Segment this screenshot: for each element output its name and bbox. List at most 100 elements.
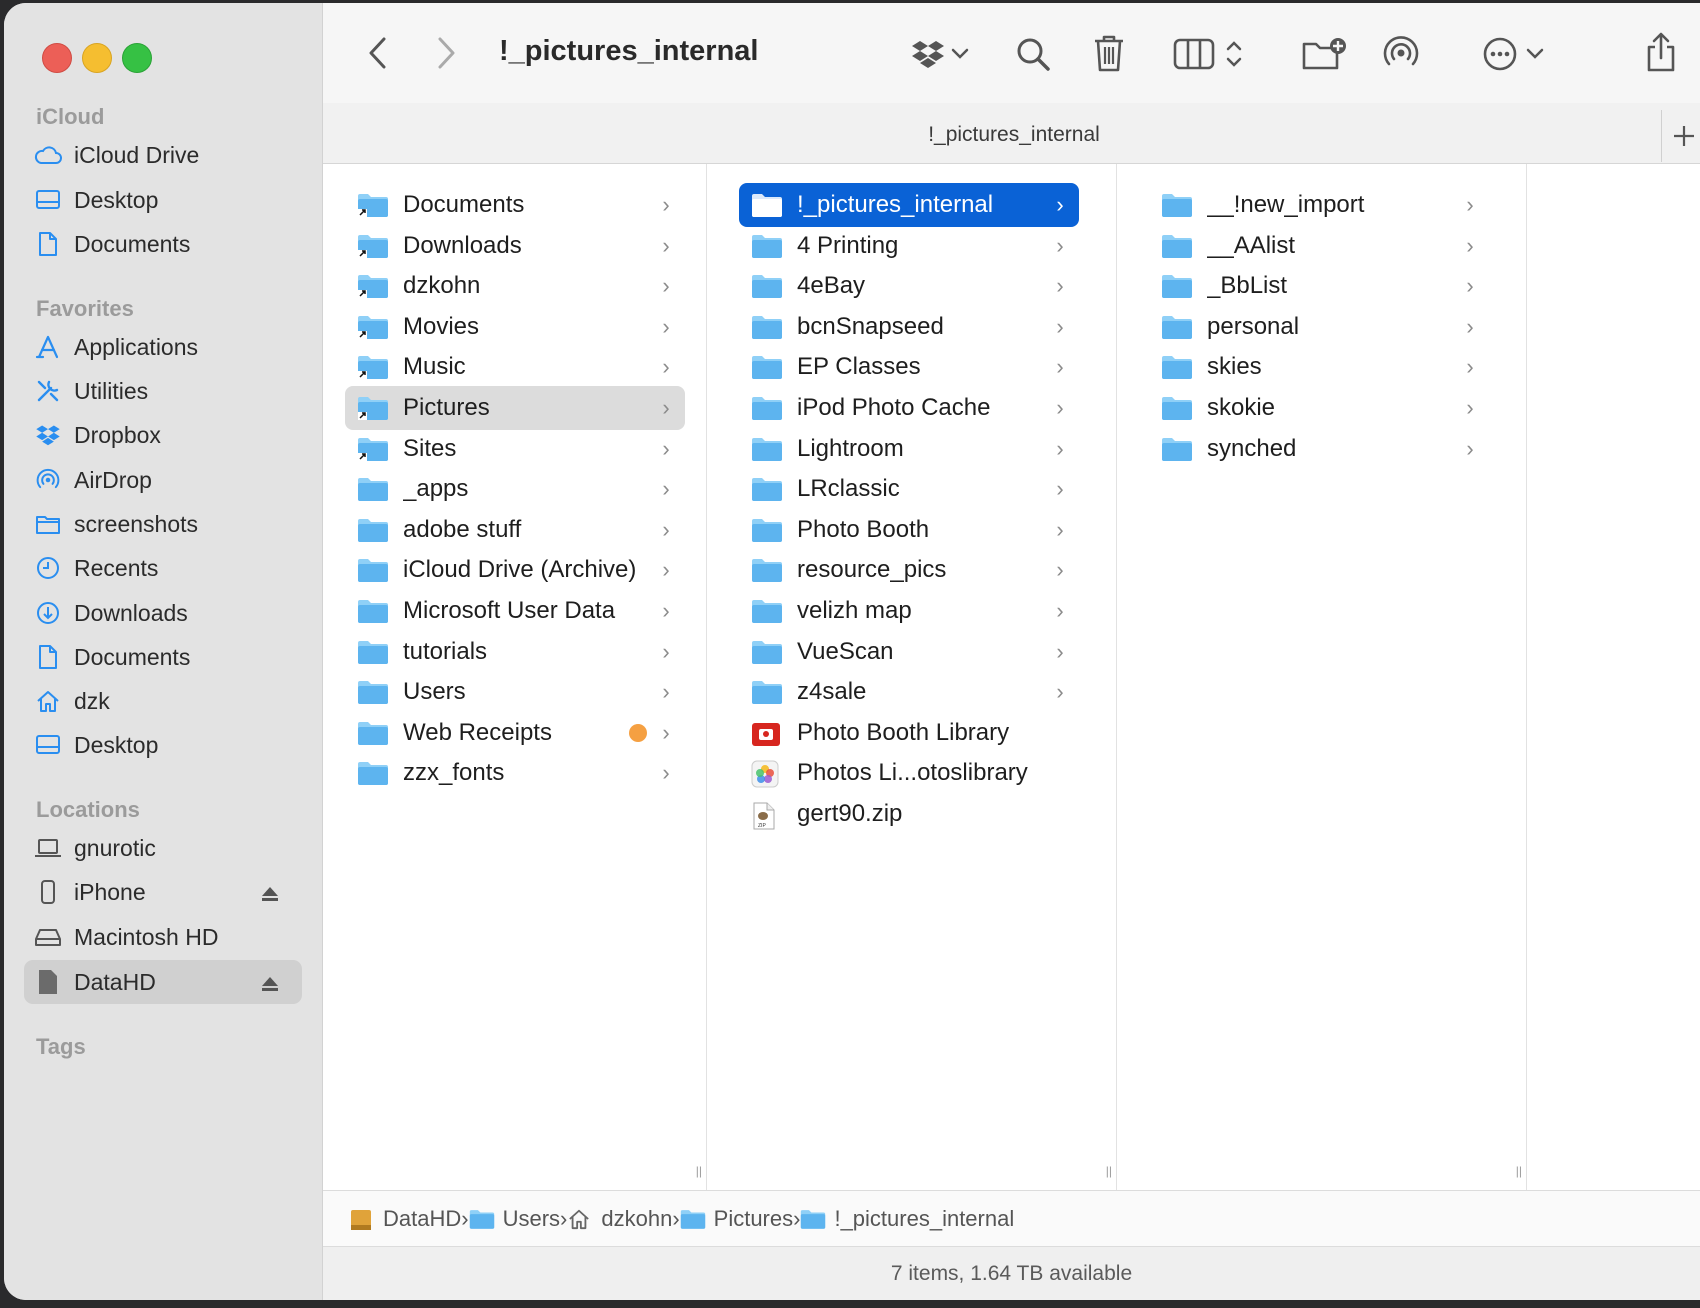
list-item[interactable]: Web Receipts › (345, 711, 685, 755)
sidebar-section-locations[interactable]: Locations (36, 797, 140, 823)
column-resize-handle[interactable]: || (1106, 1164, 1112, 1178)
breadcrumb-item[interactable]: dzkohn (567, 1206, 672, 1232)
new-tab-button[interactable] (1661, 110, 1700, 162)
list-item[interactable]: skokie › (1149, 386, 1489, 430)
list-item[interactable]: dzkohn › (345, 264, 685, 308)
list-item[interactable]: LRclassic › (739, 467, 1079, 511)
list-item[interactable]: velizh map › (739, 589, 1079, 633)
list-item[interactable]: skies › (1149, 345, 1489, 389)
sidebar-item-applications[interactable]: Applications (34, 325, 302, 369)
column-4[interactable] (1527, 164, 1700, 1190)
sidebar-section-favorites[interactable]: Favorites (36, 296, 134, 322)
list-item[interactable]: z4sale › (739, 670, 1079, 714)
minimize-button[interactable] (82, 43, 112, 73)
sidebar-item-iphone[interactable]: iPhone (34, 870, 302, 914)
list-item[interactable]: adobe stuff › (345, 508, 685, 552)
item-label: Movies (403, 313, 480, 340)
chevron-right-icon: › (662, 557, 670, 582)
list-item[interactable]: tutorials › (345, 630, 685, 674)
item-label: _BbList (1207, 272, 1288, 299)
list-item[interactable]: __!new_import › (1149, 183, 1489, 227)
list-item[interactable]: Movies › (345, 305, 685, 349)
list-item[interactable]: 4 Printing › (739, 224, 1079, 268)
chevron-right-icon: › (662, 598, 670, 623)
breadcrumb-item[interactable]: !_pictures_internal (800, 1206, 1014, 1232)
sidebar-item-downloads[interactable]: Downloads (34, 591, 302, 635)
list-item[interactable]: Downloads › (345, 224, 685, 268)
list-item[interactable]: iCloud Drive (Archive) › (345, 548, 685, 592)
sidebar-item-desktop[interactable]: Desktop (34, 178, 302, 222)
list-item[interactable]: 4eBay › (739, 264, 1079, 308)
list-item[interactable]: __AAlist › (1149, 224, 1489, 268)
action-menu-button[interactable] (1479, 33, 1547, 75)
column-2[interactable]: || !_pictures_internal › 4 Printing › 4eBay › b… (707, 164, 1117, 1190)
list-item[interactable]: Lightroom › (739, 427, 1079, 471)
view-options-button[interactable] (1169, 33, 1247, 75)
list-item[interactable]: Photo Booth Library (739, 711, 1079, 755)
list-item[interactable]: Music › (345, 345, 685, 389)
list-item[interactable]: personal › (1149, 305, 1489, 349)
tab-bar: !_pictures_internal (323, 103, 1700, 164)
eject-button[interactable] (260, 882, 280, 909)
zoom-button[interactable] (122, 43, 152, 73)
list-item[interactable]: !_pictures_internal › (739, 183, 1079, 227)
list-item[interactable]: Sites › (345, 427, 685, 471)
list-item[interactable]: Users › (345, 670, 685, 714)
sidebar-item-dropbox[interactable]: Dropbox (34, 413, 302, 457)
sidebar-section-icloud[interactable]: iCloud (36, 104, 104, 130)
breadcrumb-item[interactable]: DataHD (349, 1206, 461, 1232)
sidebar-item-icloud-drive[interactable]: iCloud Drive (34, 133, 302, 177)
list-item[interactable]: resource_pics › (739, 548, 1079, 592)
list-item[interactable]: zzx_fonts › (345, 751, 685, 795)
list-item[interactable]: _BbList › (1149, 264, 1489, 308)
sidebar-item-desktop[interactable]: Desktop (34, 723, 302, 767)
airdrop-button[interactable] (1379, 31, 1423, 75)
column-resize-handle[interactable]: || (1516, 1164, 1522, 1178)
list-item[interactable]: VueScan › (739, 630, 1079, 674)
item-label: __!new_import (1207, 191, 1365, 218)
breadcrumb-item[interactable]: Users (469, 1206, 560, 1232)
list-item[interactable]: Photo Booth › (739, 508, 1079, 552)
eject-icon[interactable] (260, 885, 280, 903)
sidebar-item-screenshots[interactable]: screenshots (34, 502, 302, 546)
sidebar-item-macintosh-hd[interactable]: Macintosh HD (34, 915, 302, 959)
list-item[interactable]: Photos Li...otoslibrary (739, 751, 1079, 795)
sidebar-item-datahd[interactable]: DataHD (24, 960, 302, 1004)
back-button[interactable] (363, 35, 393, 71)
column-1[interactable]: || Documents › Downloads › dzkohn › Movies › Musi… (323, 164, 707, 1190)
search-button[interactable] (1013, 33, 1053, 75)
close-button[interactable] (42, 43, 72, 73)
list-item[interactable]: bcnSnapseed › (739, 305, 1079, 349)
column-resize-handle[interactable]: || (696, 1164, 702, 1178)
sidebar-item-gnurotic[interactable]: gnurotic (34, 826, 302, 870)
list-item[interactable]: iPod Photo Cache › (739, 386, 1079, 430)
tab-title[interactable]: !_pictures_internal (323, 123, 1700, 147)
list-item[interactable]: _apps › (345, 467, 685, 511)
eject-button[interactable] (260, 972, 280, 999)
folder-icon (357, 639, 389, 665)
column-3[interactable]: || __!new_import › __AAlist › _BbList › persona… (1117, 164, 1527, 1190)
sidebar-item-recents[interactable]: Recents (34, 546, 302, 590)
sidebar-item-utilities[interactable]: Utilities (34, 369, 302, 413)
share-button[interactable] (1641, 29, 1681, 75)
list-item[interactable]: Pictures › (345, 386, 685, 430)
sidebar-item-documents[interactable]: Documents (34, 222, 302, 266)
sidebar-item-airdrop[interactable]: AirDrop (34, 458, 302, 502)
new-folder-button[interactable] (1299, 33, 1349, 75)
list-item[interactable]: EP Classes › (739, 345, 1079, 389)
delete-button[interactable] (1089, 31, 1129, 75)
list-item[interactable]: Documents › (345, 183, 685, 227)
sidebar-item-dzk[interactable]: dzk (34, 679, 302, 723)
chevron-right-icon: › (1056, 476, 1064, 501)
breadcrumb-item[interactable]: Pictures (680, 1206, 793, 1232)
sidebar-section-tags[interactable]: Tags (36, 1034, 86, 1060)
dropbox-menu-button[interactable] (907, 33, 973, 75)
eject-icon[interactable] (260, 975, 280, 993)
sidebar-item-documents[interactable]: Documents (34, 635, 302, 679)
list-item[interactable]: synched › (1149, 427, 1489, 471)
chevron-right-icon: › (662, 720, 670, 745)
chevron-right-icon: › (1056, 557, 1064, 582)
forward-button[interactable] (431, 35, 461, 71)
list-item[interactable]: Microsoft User Data › (345, 589, 685, 633)
list-item[interactable]: ZIP gert90.zip (739, 792, 1079, 836)
